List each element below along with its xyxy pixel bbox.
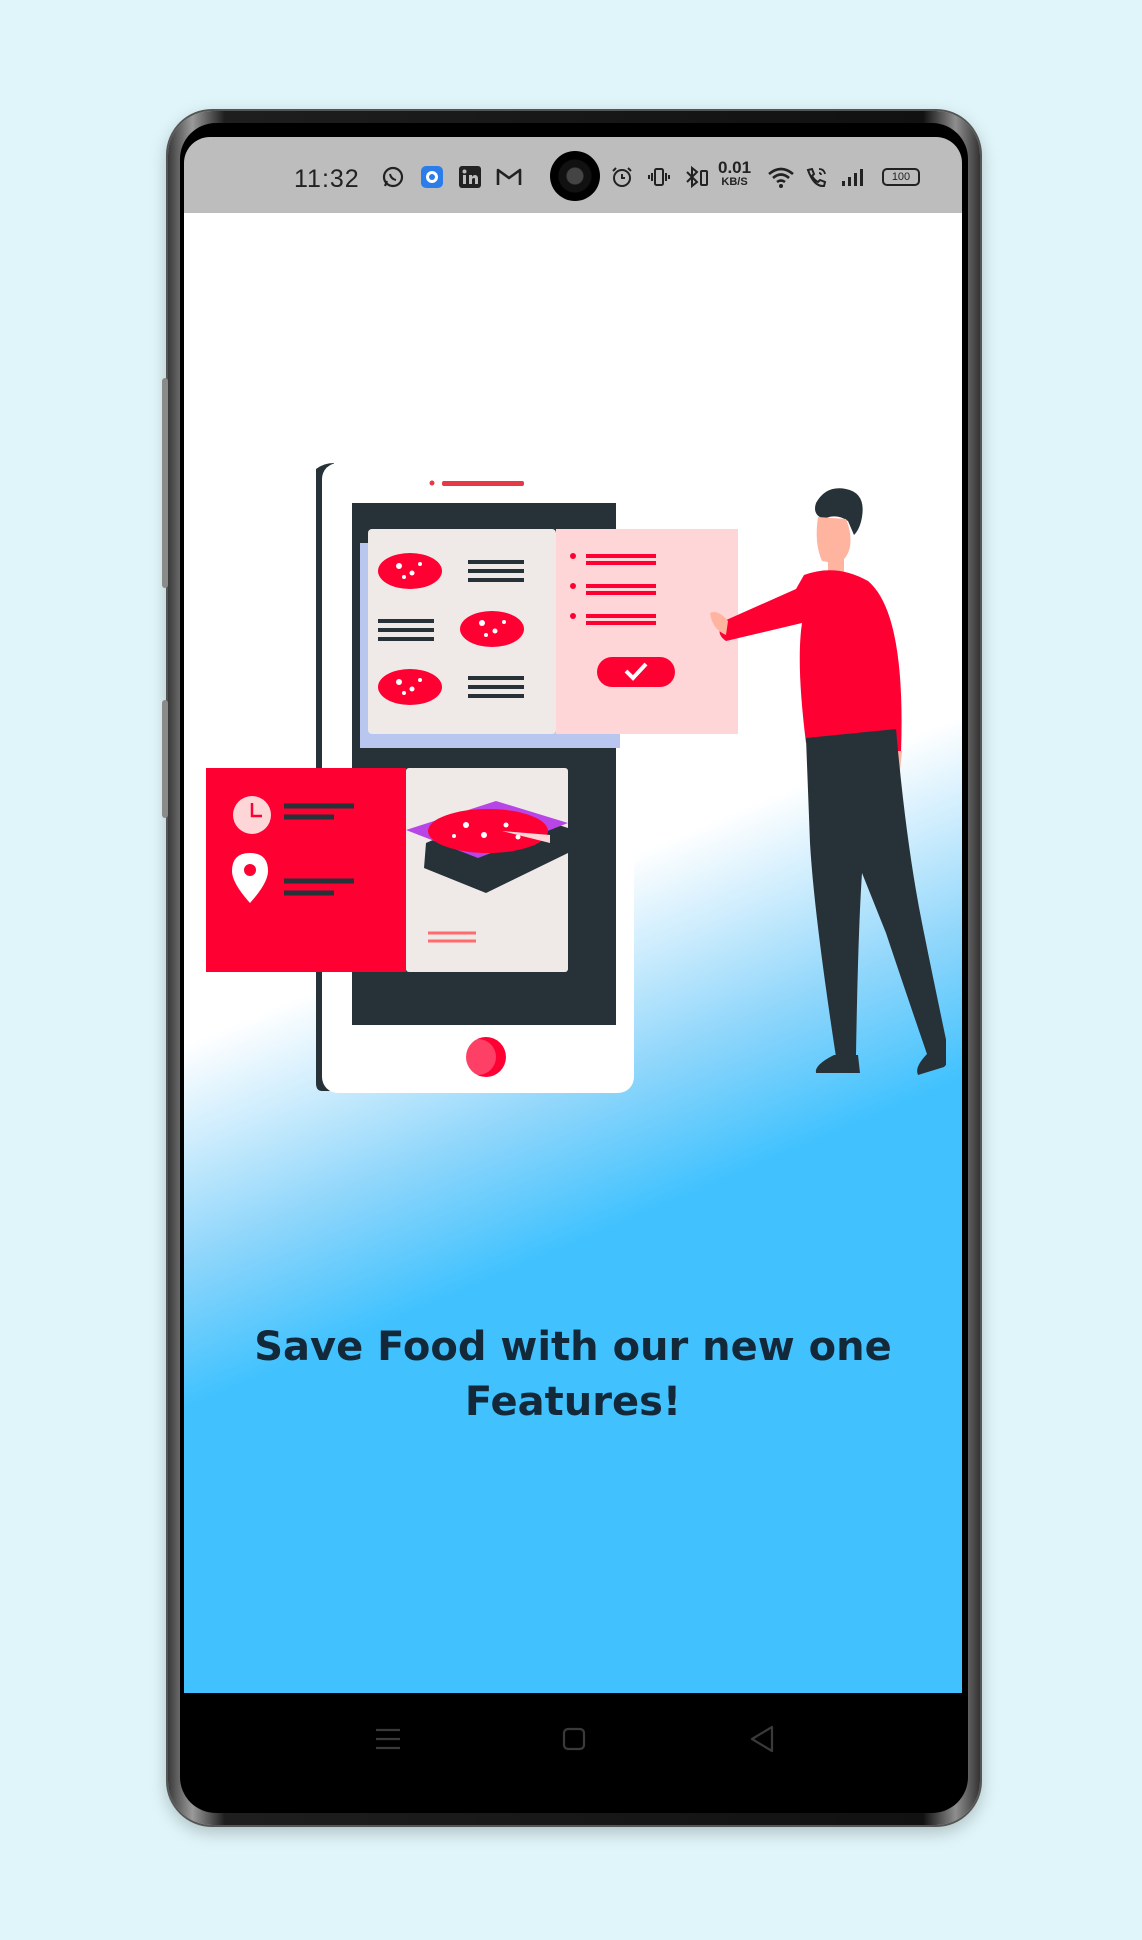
illustration-pizza-2 [460, 611, 524, 647]
illustration-pizza-1 [378, 553, 442, 589]
alarm-icon [609, 165, 635, 189]
illustration-phone-speaker [442, 481, 524, 486]
battery-level: 100 [891, 171, 911, 183]
illustration-person [710, 488, 946, 1075]
wifi-icon [766, 165, 796, 189]
food-ordering-illustration [206, 463, 946, 1093]
onboarding-page[interactable]: Save Food with our new one Features! [184, 213, 962, 1723]
illustration-order-panel [556, 529, 738, 734]
illustration-pizza-3 [378, 669, 442, 705]
onboarding-headline: Save Food with our new one Features! [224, 1320, 922, 1430]
illustration-phone-sensor [429, 480, 435, 486]
front-camera [550, 151, 600, 201]
bluetooth-icon [682, 165, 710, 189]
navigation-bar [184, 1693, 962, 1783]
headline-line-2: Features! [464, 1379, 682, 1425]
person-trousers [806, 729, 946, 1057]
power-button [162, 700, 168, 818]
linkedin-icon [457, 165, 483, 189]
network-speed: 0.01 KB/S [718, 158, 752, 188]
home-icon[interactable] [556, 1721, 592, 1757]
signal-icon [838, 165, 868, 189]
gmail-icon [495, 165, 523, 189]
person-face [816, 517, 851, 563]
person-shoe-left [815, 1055, 860, 1073]
chrome-icon [419, 165, 445, 189]
status-time: 11:32 [294, 165, 360, 193]
volume-button [162, 378, 168, 588]
menu-icon[interactable] [370, 1721, 406, 1757]
battery-icon: 100 [882, 168, 920, 186]
back-icon[interactable] [744, 1721, 780, 1757]
illustration-pizza-big [428, 809, 548, 853]
wifi-calling-icon [803, 165, 831, 189]
whatsapp-icon [380, 165, 406, 189]
vibrate-icon [646, 165, 672, 189]
status-bar: 11:32 0.01 KB/S 100 [184, 137, 962, 213]
phone-screen: 11:32 0.01 KB/S 100 Save Food with our n… [184, 137, 962, 1783]
headline-line-1: Save Food with our new one [254, 1324, 892, 1370]
